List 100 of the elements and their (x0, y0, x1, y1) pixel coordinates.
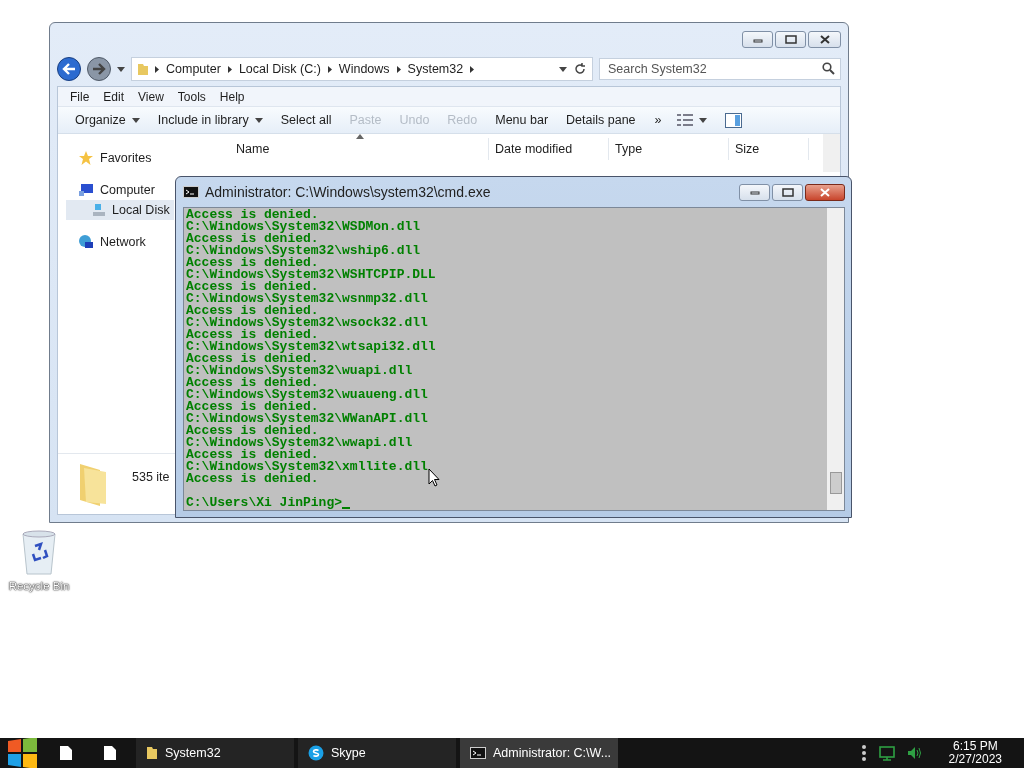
speaker-icon[interactable] (906, 746, 923, 760)
taskbar-button[interactable]: Administrator: C:\W... (460, 738, 618, 768)
console-line: Access is denied. (186, 353, 319, 365)
toolbar-button[interactable]: Details pane (559, 108, 647, 132)
maximize-button[interactable] (775, 31, 806, 48)
scrollbar[interactable] (823, 134, 840, 172)
nav-item[interactable]: Local Disk (66, 200, 174, 220)
close-icon (819, 187, 831, 197)
folder-icon (138, 63, 148, 75)
icon-label[interactable]: Recycle Bin (8, 580, 70, 592)
more-icon[interactable] (860, 745, 867, 761)
command-prompt: C:\Users\Xi JinPing> (186, 497, 343, 509)
search-icon (822, 62, 835, 75)
address-bar[interactable]: Computer Local Disk (C:) Windows System32 (131, 57, 593, 81)
console-line: Access is denied. (186, 377, 319, 389)
console-line: C:\Windows\System32\wship6.dll (186, 245, 421, 257)
recycle-bin-icon[interactable] (21, 530, 57, 576)
computer-icon (78, 183, 94, 197)
clock[interactable]: 6:15 PM 2/27/2023 (948, 740, 1002, 766)
item-count: 535 ite (132, 470, 170, 484)
toolbar-button[interactable]: Menu bar (488, 108, 560, 132)
console-line: C:\Windows\System32\wuapi.dll (186, 365, 413, 377)
network-icon (78, 234, 94, 250)
toolbar-button[interactable]: Select all (273, 108, 343, 132)
breadcrumb-item[interactable]: System32 (407, 62, 464, 76)
back-button[interactable] (57, 57, 81, 81)
column-header[interactable]: Name (234, 138, 489, 160)
console-line: C:\Windows\System32\wsock32.dll (186, 317, 428, 329)
scrollbar[interactable] (827, 208, 844, 510)
minimize-button[interactable] (742, 31, 773, 48)
search-field[interactable]: Search System32 (599, 58, 841, 80)
column-header[interactable]: Type (609, 138, 729, 160)
menu-item[interactable]: Tools (170, 89, 213, 104)
console-line: Access is denied. (186, 281, 319, 293)
chevron-icon (227, 65, 232, 73)
document-icon (104, 746, 116, 760)
console-line: C:\Windows\System32\wwapi.dll (186, 437, 413, 449)
dropdown-icon (559, 66, 567, 72)
chevron-icon (470, 65, 475, 73)
chevron-icon (155, 65, 159, 73)
console-line: Access is denied. (186, 449, 319, 461)
column-header[interactable]: Date modified (489, 138, 609, 160)
taskbar-button[interactable]: Skype (298, 738, 456, 768)
console-line: Access is denied. (186, 257, 319, 269)
pane-icon (724, 112, 742, 128)
minimize-icon (752, 36, 763, 43)
breadcrumb-item[interactable]: Windows (338, 62, 390, 76)
console-line: Access is denied. (186, 305, 319, 317)
toolbar-button[interactable]: Organize (68, 108, 151, 132)
close-button[interactable] (805, 183, 845, 201)
recent-pages-button[interactable] (117, 66, 125, 72)
arrow-icon (92, 63, 106, 75)
skype-icon (308, 745, 324, 761)
overflow-button[interactable]: » (646, 113, 670, 127)
breadcrumb-item[interactable]: Local Disk (C:) (238, 62, 321, 76)
console-line: C:\Windows\System32\WSHTCPIP.DLL (186, 269, 436, 281)
console-line: Access is denied. (186, 473, 319, 485)
maximize-icon (781, 187, 794, 197)
console-icon (183, 186, 199, 198)
console-line: Access is denied. (186, 209, 319, 221)
menu-item[interactable]: File (63, 89, 97, 104)
caret-icon (698, 117, 707, 123)
console-line: C:\Windows\System32\wtsapi32.dll (186, 341, 436, 353)
chevron-icon (396, 65, 401, 73)
menu-item[interactable]: Edit (96, 89, 132, 104)
console-line: Access is denied. (186, 233, 319, 245)
nav-item[interactable]: Network (78, 232, 150, 252)
minimize-icon (749, 189, 760, 195)
toolbar-button[interactable]: Include in library (150, 108, 274, 132)
console-line: C:\Windows\System32\wuaueng.dll (186, 389, 428, 401)
console-line: Access is denied. (186, 425, 319, 437)
menu-item[interactable]: Help (212, 89, 252, 104)
text-cursor (342, 507, 351, 509)
star-icon (78, 150, 94, 166)
drive-icon (92, 203, 106, 217)
monitor-icon[interactable] (878, 745, 895, 761)
maximize-button[interactable] (772, 183, 803, 201)
maximize-icon (784, 35, 797, 44)
refresh-icon[interactable] (574, 63, 586, 75)
document-icon (60, 746, 72, 760)
window-title: Administrator: C:\Windows\system32\cmd.exe (205, 184, 492, 200)
chevron-icon (327, 65, 332, 73)
menu-item[interactable]: View (131, 89, 171, 104)
close-icon (818, 35, 831, 44)
folder-icon (146, 746, 158, 760)
caret-icon (254, 117, 263, 123)
minimize-button[interactable] (739, 183, 770, 201)
console-line: Access is denied. (186, 329, 319, 341)
console-line: C:\Windows\System32\WWanAPI.dll (186, 413, 428, 425)
console-line: C:\Windows\System32\wsnmp32.dll (186, 293, 428, 305)
column-header[interactable]: Size (729, 138, 809, 160)
breadcrumb-item[interactable]: Computer (166, 62, 221, 76)
close-button[interactable] (808, 31, 841, 48)
taskbar-button[interactable]: System32 (136, 738, 294, 768)
nav-item[interactable]: Computer (78, 180, 159, 200)
list-icon (676, 114, 693, 126)
nav-item[interactable]: Favorites (78, 148, 156, 168)
arrow-icon (62, 63, 76, 75)
console-line: Access is denied. (186, 401, 319, 413)
forward-button[interactable] (87, 57, 111, 81)
